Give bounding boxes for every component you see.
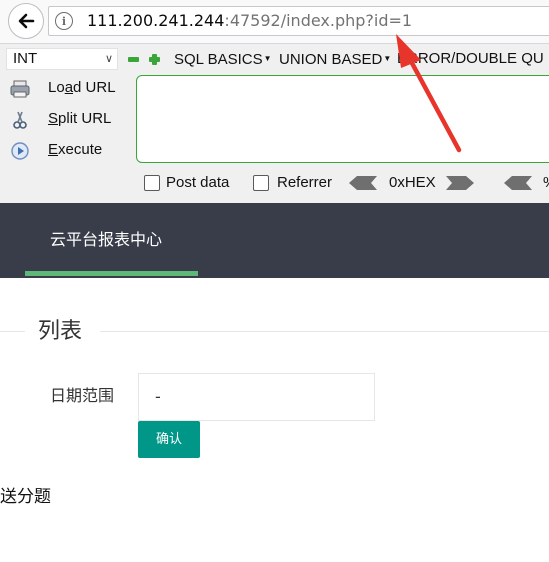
- menu-error-double-query[interactable]: ERROR/DOUBLE QU: [397, 50, 544, 68]
- post-data-checkbox[interactable]: [144, 175, 160, 191]
- load-url-label-a: Lo: [48, 79, 65, 96]
- referrer-label: Referrer: [277, 174, 333, 191]
- menu-error-double-query-label: ERROR/DOUBLE QU: [397, 50, 544, 67]
- type-select-value: INT: [13, 50, 38, 67]
- section-title: 列表: [38, 319, 83, 344]
- split-url-button[interactable]: Split URL: [0, 106, 136, 134]
- hackbar-panel: INT ∨ SQL BASICS▼ UNION BASED▼ ERROR/DOU…: [0, 44, 549, 203]
- minus-icon[interactable]: [128, 54, 139, 65]
- nav-active-indicator: [25, 271, 198, 276]
- url-encode-label: %: [543, 174, 549, 192]
- url-host: 111.200.241.244: [87, 11, 225, 30]
- menu-sql-basics-label: SQL BASICS: [174, 51, 263, 68]
- hex-label: 0xHEX: [389, 174, 436, 191]
- url-path: :47592/index.php?id=1: [224, 11, 413, 30]
- split-url-label-b: plit URL: [58, 110, 112, 127]
- url-left-arrow-icon[interactable]: [504, 176, 532, 190]
- load-url-label-b: a: [64, 79, 74, 96]
- execute-label: Execute: [48, 141, 102, 159]
- referrer-checkbox[interactable]: [253, 175, 269, 191]
- address-bar[interactable]: i 111.200.241.244:47592/index.php?id=1: [48, 6, 549, 36]
- load-url-label-c: d URL: [73, 79, 116, 96]
- date-range-label: 日期范围: [50, 386, 115, 405]
- back-button[interactable]: [8, 3, 44, 39]
- footer-text: 送分题: [0, 487, 51, 507]
- url-textarea[interactable]: [136, 75, 549, 163]
- load-url-label: Load URL: [48, 79, 116, 97]
- caret-down-icon: ▼: [383, 54, 392, 63]
- fieldset-divider-right: [100, 331, 549, 332]
- execute-button[interactable]: Execute: [0, 137, 136, 165]
- post-data-label: Post data: [166, 174, 230, 191]
- type-select[interactable]: INT ∨: [6, 48, 118, 70]
- hex-right-arrow-icon[interactable]: [446, 176, 474, 190]
- execute-icon: [11, 142, 29, 160]
- menu-union-based-label: UNION BASED: [279, 51, 383, 68]
- caret-down-icon: ▼: [263, 54, 272, 63]
- browser-toolbar: i 111.200.241.244:47592/index.php?id=1: [0, 0, 549, 44]
- menu-sql-basics[interactable]: SQL BASICS▼: [174, 50, 272, 69]
- info-icon[interactable]: i: [55, 12, 73, 30]
- split-url-label: Split URL: [48, 110, 111, 128]
- fieldset-divider-left: [0, 331, 25, 332]
- split-url-icon: [13, 111, 27, 129]
- hackbar-menu: INT ∨ SQL BASICS▼ UNION BASED▼ ERROR/DOU…: [0, 44, 549, 72]
- nav-item-report-center[interactable]: 云平台报表中心: [50, 229, 162, 251]
- chevron-down-icon: ∨: [104, 53, 113, 65]
- hackbar-options: Post data Referrer 0xHEX %: [0, 170, 549, 198]
- app-header: 云平台报表中心: [0, 203, 549, 278]
- hex-left-arrow-icon[interactable]: [349, 176, 377, 190]
- execute-label-b: xecute: [58, 141, 103, 158]
- date-range-input[interactable]: -: [138, 373, 375, 421]
- load-url-icon: [10, 80, 30, 98]
- load-url-button[interactable]: Load URL: [0, 75, 136, 103]
- back-arrow-icon: [18, 13, 35, 29]
- execute-label-a: E: [48, 141, 59, 158]
- plus-icon[interactable]: [149, 54, 160, 65]
- url-text[interactable]: 111.200.241.244:47592/index.php?id=1: [87, 10, 412, 32]
- split-url-label-a: S: [48, 110, 59, 127]
- menu-union-based[interactable]: UNION BASED▼: [279, 50, 391, 69]
- confirm-button[interactable]: 确认: [138, 421, 200, 458]
